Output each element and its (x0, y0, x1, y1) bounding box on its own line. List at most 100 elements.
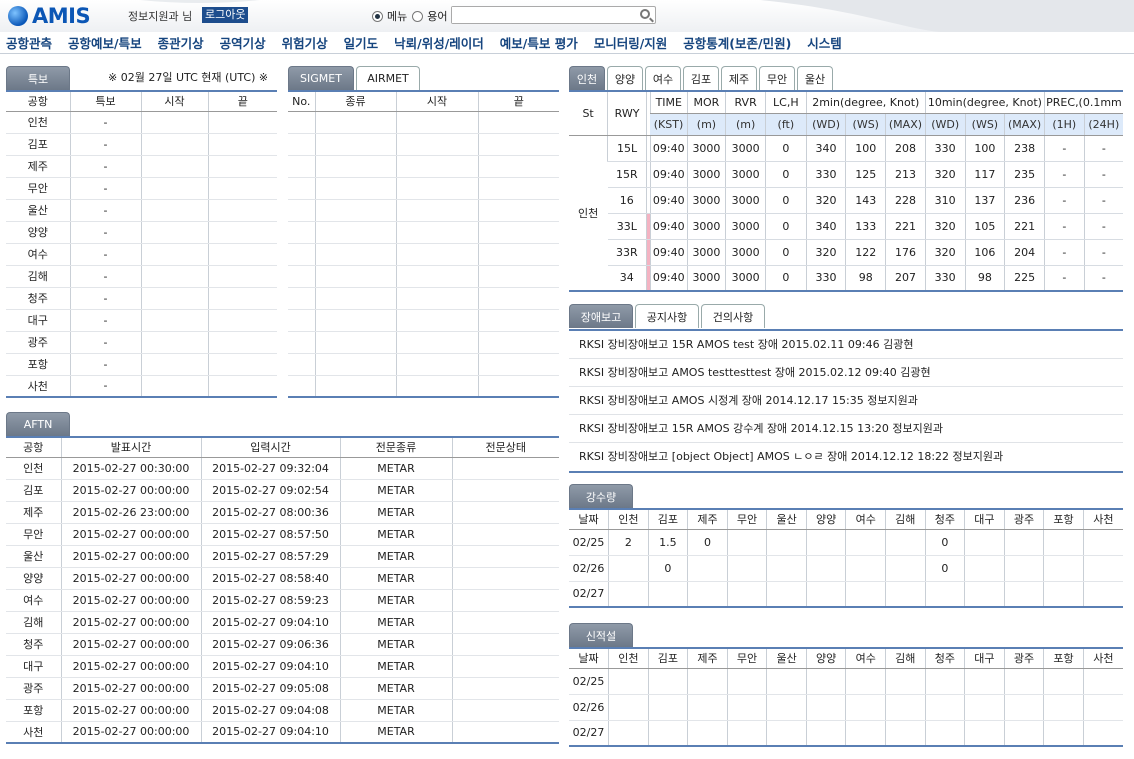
search-input[interactable] (452, 7, 632, 23)
wx-cell: 09:40 (649, 135, 688, 162)
notice-item[interactable]: RKSI 장비장애보고 [object Object] AMOS ㄴㅇㄹ 장애 … (569, 443, 1123, 471)
aftn-row: 제주 2015-02-26 23:00:00 2015-02-27 08:00:36… (6, 501, 559, 524)
sigmet-cell (288, 111, 315, 134)
warn-cell (140, 221, 208, 244)
aftn-cell: 김해 (6, 611, 61, 634)
wx-cell: 122 (845, 239, 886, 266)
sigmet-cell (314, 111, 396, 134)
aftn-cell: METAR (339, 655, 452, 678)
rain-cell: 02/26 (569, 555, 609, 582)
nav-item-9[interactable]: 공항통계(보존/민원) (683, 33, 791, 52)
main-nav: 공항관측 공항예보/특보 종관기상 공역기상 위험기상 일기도 낙뢰/위성/레이더 예보/특보… (0, 32, 1134, 54)
aftn-cell: 2015-02-27 08:57:29 (200, 545, 340, 568)
nav-item-10[interactable]: 시스템 (807, 33, 842, 52)
tab-airmet[interactable]: AIRMET (356, 66, 420, 90)
wx-cell: 09:40 (649, 239, 688, 266)
aftn-row: 김포 2015-02-27 00:00:00 2015-02-27 09:02:54… (6, 479, 559, 502)
tab-station-3[interactable]: 김포 (683, 66, 719, 90)
radio-menu[interactable] (372, 10, 383, 22)
wx-cell: - (1083, 265, 1123, 291)
rain-cell (964, 529, 1005, 556)
snow-row: 02/25 (569, 668, 1123, 695)
nav-item-7[interactable]: 예보/특보 평가 (500, 33, 578, 52)
tab-rain[interactable]: 강수량 (569, 484, 633, 508)
snow-cell (885, 668, 926, 695)
sigmet-cell (477, 155, 559, 178)
tab-station-1[interactable]: 양양 (607, 66, 643, 90)
tab-notice-1[interactable]: 공지사항 (635, 304, 699, 328)
radio-term[interactable] (412, 10, 424, 22)
aftn-cell (451, 699, 559, 722)
sigmet-cell (288, 331, 315, 354)
snow-cell (766, 720, 807, 746)
aftn-cell: 2015-02-27 00:00:00 (60, 589, 201, 612)
sigmet-cell (477, 221, 559, 244)
rain-cell: 2 (608, 529, 649, 556)
wx-col-header: St (569, 91, 608, 136)
wx-cell: 143 (845, 187, 886, 214)
wx-col-header: MOR (686, 91, 726, 114)
nav-item-8[interactable]: 모니터링/지원 (594, 33, 668, 52)
snow-table: 날짜 인천 김포 제주 무안 울산 양양 여수 김해 청주 대구 광주 포항 사천 02/25 02/26 02… (569, 647, 1123, 747)
wx-row: 34 09:40 3000 3000 0 330 98 207 330 98 225- - (569, 265, 1123, 291)
snow-cell (845, 668, 886, 695)
notice-item[interactable]: RKSI 장비장애보고 15R AMOS 강수계 장애 2014.12.15 1… (569, 415, 1123, 443)
tab-notice-2[interactable]: 건의사항 (701, 304, 765, 328)
aftn-cell (451, 479, 559, 502)
amis-logo[interactable]: AMIS (8, 4, 91, 28)
nav-item-5[interactable]: 일기도 (344, 33, 379, 52)
snow-cell (805, 720, 846, 746)
tab-snow[interactable]: 신적설 (569, 623, 633, 647)
rain-cell (964, 581, 1005, 607)
snow-cell: 02/25 (569, 668, 609, 695)
sigmet-cell (288, 375, 315, 397)
aftn-row: 광주 2015-02-27 00:00:00 2015-02-27 09:05:08… (6, 677, 559, 700)
snow-cell (885, 694, 926, 721)
snow-col-header: 김해 (885, 648, 926, 669)
tab-aftn[interactable]: AFTN (6, 412, 70, 436)
nav-item-3[interactable]: 공역기상 (220, 33, 266, 52)
sigmet-col-header: 시작 (395, 91, 478, 112)
rain-cell (805, 581, 846, 607)
sigmet-cell (477, 331, 559, 354)
wx-cell: 3000 (686, 213, 726, 240)
nav-item-4[interactable]: 위험기상 (282, 33, 328, 52)
tab-notice-0[interactable]: 장애보고 (569, 304, 633, 328)
nav-item-6[interactable]: 낙뢰/위성/레이더 (394, 33, 484, 52)
warn-cell (140, 177, 208, 200)
aftn-cell: METAR (339, 699, 452, 722)
warn-row: 김포 - (6, 133, 277, 156)
snow-row: 02/26 (569, 694, 1123, 721)
notice-item[interactable]: RKSI 장비장애보고 15R AMOS test 장애 2015.02.11 … (569, 331, 1123, 359)
sigmet-cell (314, 287, 396, 310)
tab-station-2[interactable]: 여수 (645, 66, 681, 90)
tab-station-5[interactable]: 무안 (759, 66, 795, 90)
warn-cell (207, 265, 277, 288)
warn-cell: 광주 (6, 331, 70, 354)
snow-cell (608, 668, 649, 695)
wx-row: 33R 09:40 3000 3000 0 320 122 176 320 106 204- - (569, 239, 1123, 266)
wx-cell: 213 (885, 161, 926, 188)
aftn-cell (451, 589, 559, 612)
tab-warn[interactable]: 특보 (6, 66, 70, 90)
wx-cell: 330 (924, 265, 966, 291)
nav-item-0[interactable]: 공항관측 (6, 33, 52, 52)
wx-cell: 3000 (686, 265, 726, 291)
logout-button[interactable]: 로그아웃 (202, 7, 249, 23)
rain-col-header: 제주 (687, 509, 728, 530)
tab-sigmet[interactable]: SIGMET (288, 66, 354, 90)
tab-station-0[interactable]: 인천 (569, 66, 605, 90)
nav-item-1[interactable]: 공항예보/특보 (68, 33, 142, 52)
warn-cell: - (69, 155, 141, 178)
notice-item[interactable]: RKSI 장비장애보고 AMOS testtesttest 장애 2015.02… (569, 359, 1123, 387)
rain-cell (885, 555, 926, 582)
aftn-row: 포항 2015-02-27 00:00:00 2015-02-27 09:04:08… (6, 699, 559, 722)
tab-station-6[interactable]: 울산 (797, 66, 833, 90)
warn-row: 제주 - (6, 155, 277, 178)
notice-item[interactable]: RKSI 장비장애보고 AMOS 시정계 장애 2014.12.17 15:35… (569, 387, 1123, 415)
wx-cell: 225 (1004, 265, 1045, 291)
tab-station-4[interactable]: 제주 (721, 66, 757, 90)
warn-col-header: 시작 (140, 91, 208, 112)
search-icon[interactable] (640, 9, 650, 19)
nav-item-2[interactable]: 종관기상 (158, 33, 204, 52)
